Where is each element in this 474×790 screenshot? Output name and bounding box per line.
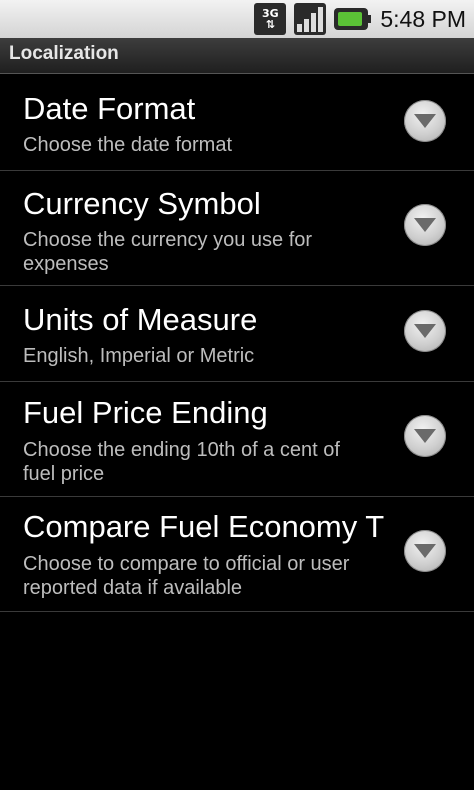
pref-title: Date Format	[23, 91, 196, 126]
pref-summary: Choose the currency you use for expenses	[23, 229, 313, 275]
dropdown-arrow-icon[interactable]	[404, 310, 446, 352]
pref-summary: Choose the ending 10th of a cent of fuel…	[23, 439, 340, 485]
pref-title: Fuel Price Ending	[23, 395, 268, 430]
pref-fuel-price-ending[interactable]: Fuel Price Ending Choose the ending 10th…	[0, 382, 474, 497]
signal-strength-icon	[294, 3, 327, 35]
dropdown-arrow-icon[interactable]	[404, 530, 446, 572]
pref-title: Compare Fuel Economy T	[23, 509, 385, 544]
pref-title: Units of Measure	[23, 302, 258, 337]
pref-summary: Choose the date format	[23, 134, 233, 156]
pref-units-of-measure[interactable]: Units of Measure English, Imperial or Me…	[0, 286, 474, 382]
network-activity-label: ⇅	[265, 18, 275, 31]
pref-summary: English, Imperial or Metric	[23, 345, 255, 367]
dropdown-arrow-icon[interactable]	[404, 100, 446, 142]
section-header-localization: Localization	[0, 38, 474, 74]
battery-charging-icon	[334, 8, 372, 30]
pref-compare-fuel-economy[interactable]: Compare Fuel Economy T Choose to compare…	[0, 497, 474, 612]
status-clock: 5:48 PM	[380, 5, 466, 32]
pref-currency-symbol[interactable]: Currency Symbol Choose the currency you …	[0, 171, 474, 286]
dropdown-arrow-icon[interactable]	[404, 415, 446, 457]
dropdown-arrow-icon[interactable]	[404, 204, 446, 246]
pref-title: Currency Symbol	[23, 186, 261, 221]
status-bar: 3G ⇅ 5:48 PM	[0, 0, 474, 38]
pref-date-format[interactable]: Date Format Choose the date format	[0, 75, 474, 171]
network-3g-icon: 3G ⇅	[254, 3, 287, 35]
pref-summary: Choose to compare to official or user re…	[23, 553, 350, 599]
